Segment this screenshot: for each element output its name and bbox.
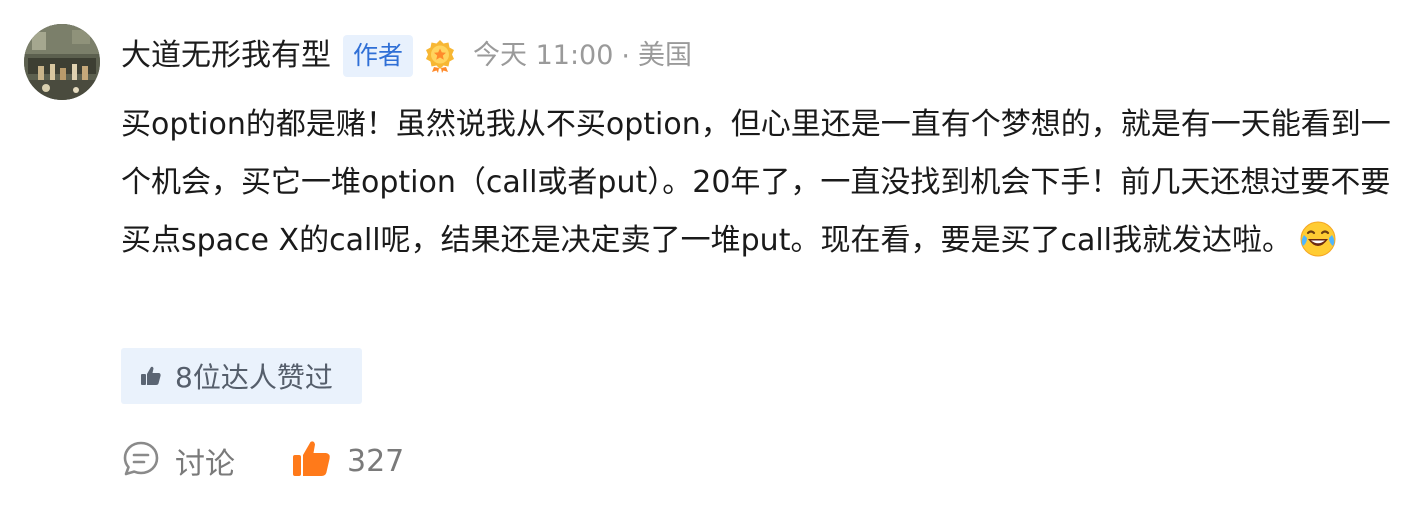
avatar[interactable] <box>24 24 100 100</box>
like-thumbs-up-icon <box>291 438 333 484</box>
author-name[interactable]: 大道无形我有型 <box>121 30 331 82</box>
comment-actions: 讨论 327 <box>121 434 404 488</box>
comment-location: 美国 <box>638 40 693 71</box>
comment-body: 买option的都是赌！虽然说我从不买option，但心里还是一直有个梦想的，就… <box>121 96 1391 270</box>
discuss-button[interactable]: 讨论 <box>121 439 235 483</box>
like-count: 327 <box>347 443 405 479</box>
comment-time: 今天 11:00 <box>473 40 614 71</box>
author-badge: 作者 <box>343 35 414 77</box>
meta-separator: · <box>621 40 631 72</box>
discuss-icon <box>121 439 161 483</box>
comment-header: 大道无形我有型 作者 今天 11:00 · 美国 <box>121 30 692 82</box>
avatar-image <box>24 24 100 100</box>
likers-label: 8位达人赞过 <box>175 361 333 394</box>
thumbs-up-icon <box>139 364 163 388</box>
comment-body-text: 买option的都是赌！虽然说我从不买option，但心里还是一直有个梦想的，就… <box>121 107 1391 258</box>
discuss-label: 讨论 <box>175 447 235 482</box>
like-button[interactable]: 327 <box>291 438 404 484</box>
laughing-tears-emoji-icon <box>1298 219 1338 259</box>
gold-star-medal-icon <box>423 39 457 73</box>
likers-summary-button[interactable]: 8位达人赞过 <box>121 348 362 404</box>
